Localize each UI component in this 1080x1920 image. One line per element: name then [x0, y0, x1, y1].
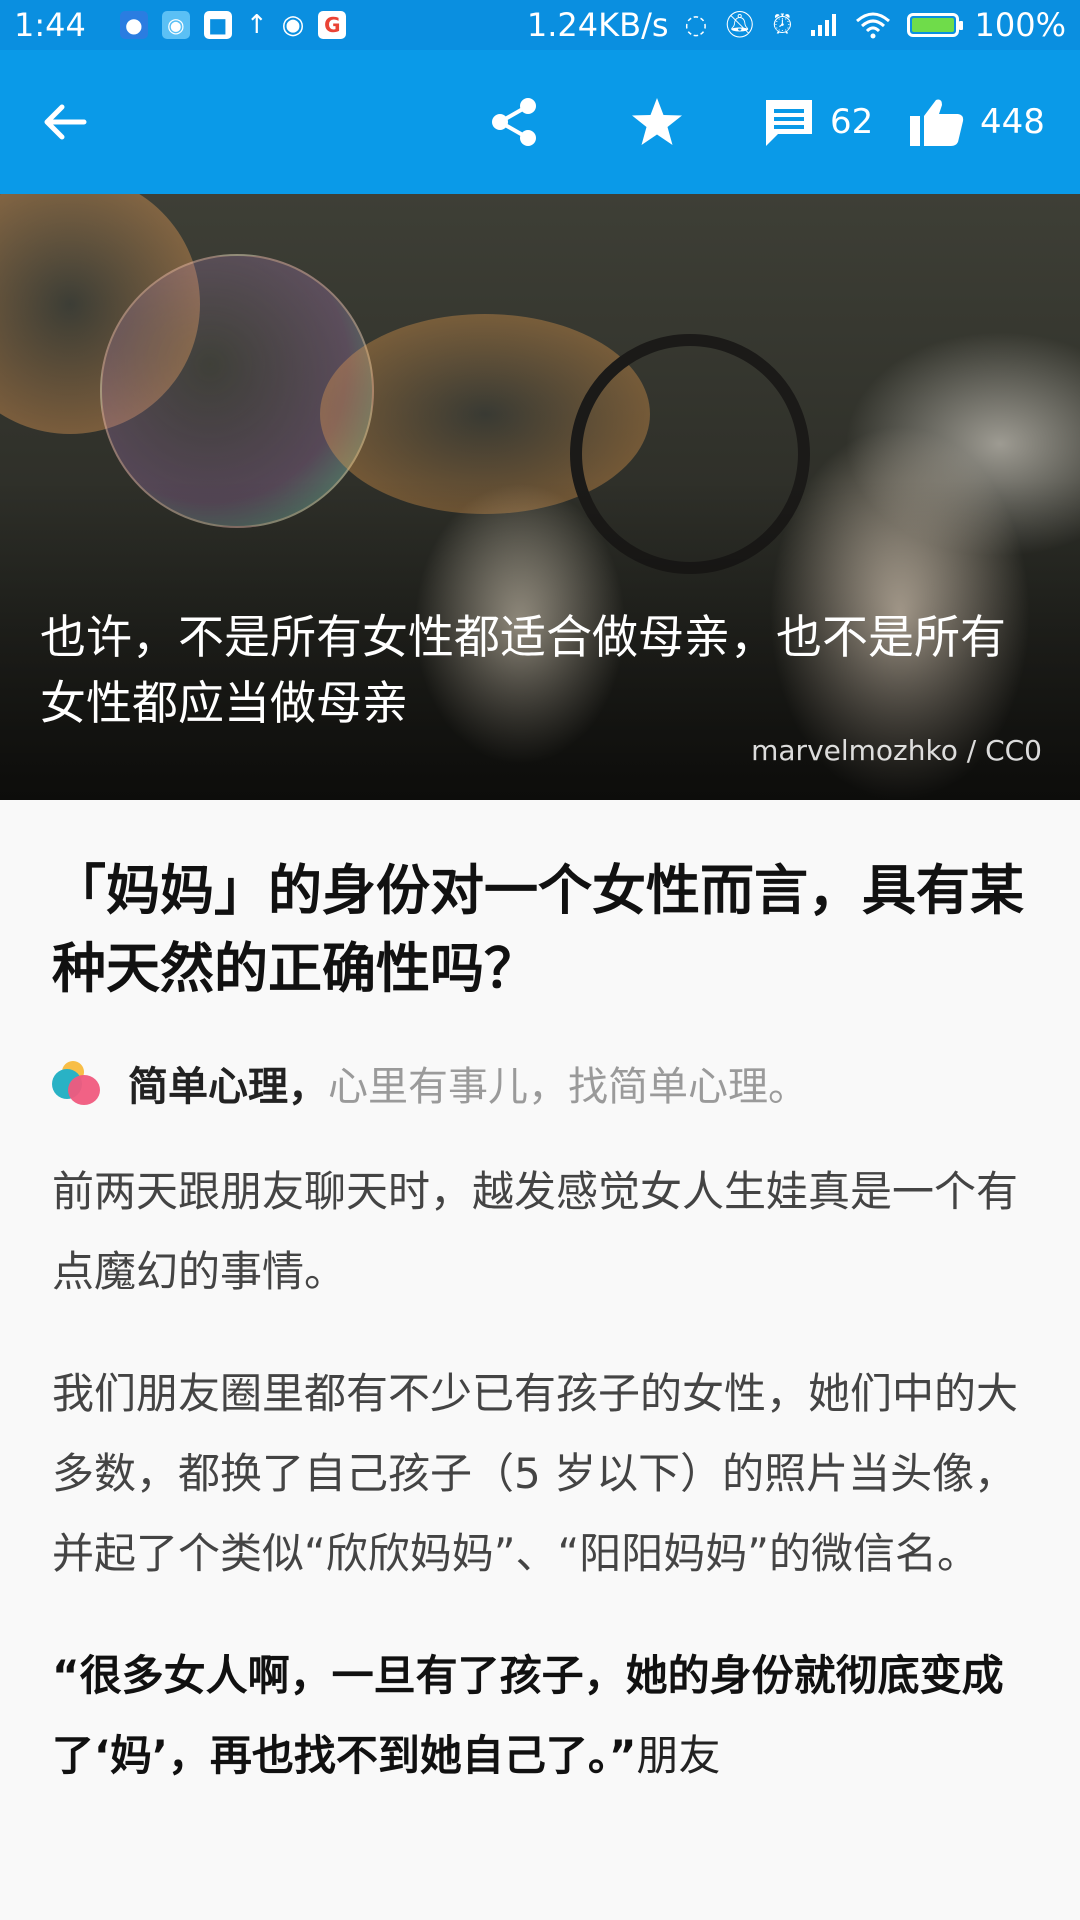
- hero-image: 也许，不是所有女性都适合做母亲，也不是所有女性都应当做母亲 marvelmozh…: [0, 194, 1080, 800]
- thumbs-up-icon: [910, 99, 964, 146]
- share-icon: [492, 98, 536, 146]
- back-button[interactable]: [42, 50, 88, 194]
- article-paragraph: 我们朋友圈里都有不少已有孩子的女性，她们中的大多数，都换了自己孩子（5 岁以下）…: [52, 1369, 1019, 1578]
- comment-count: 62: [830, 102, 874, 142]
- like-count: 448: [980, 102, 1045, 142]
- article-title: 「妈妈」的身份对一个女性而言，具有某种天然的正确性吗？: [52, 859, 1024, 1000]
- image-credit: marvelmozhko / CC0: [751, 734, 1042, 767]
- author-logo-icon: [52, 1061, 102, 1105]
- notification-icons: ● ◉ ■ ↑ ◉ G: [119, 10, 347, 40]
- signal-icon: [810, 14, 836, 36]
- article-paragraph: “很多女人啊，一旦有了孩子，她的身份就彻底变成了‘妈’，再也找不到她自己了。”朋…: [52, 1636, 1032, 1796]
- article-body: 「妈妈」的身份对一个女性而言，具有某种天然的正确性吗？ 简单心理， 心里有事儿，…: [52, 800, 1032, 1838]
- star-icon: [632, 98, 682, 145]
- share-button[interactable]: [488, 50, 540, 194]
- chat-icon: ●: [119, 11, 148, 39]
- author-row[interactable]: 简单心理， 心里有事儿，找简单心理。: [52, 1054, 1032, 1112]
- quote-text: “很多女人啊，一旦有了孩子，她的身份就彻底变成了‘妈’，再也找不到她自己了。”: [52, 1651, 1004, 1780]
- alarm-icon: ⏰︎: [772, 9, 793, 40]
- battery-level: [911, 18, 954, 32]
- like-button[interactable]: 448: [908, 50, 1045, 194]
- comments-button[interactable]: 62: [762, 50, 873, 194]
- status-indicators: 1.24KB/s ◌ 🔕︎ ⏰︎ 100%: [527, 6, 1066, 44]
- comment-icon: [766, 100, 812, 146]
- upload-arrow-icon: ↑: [245, 10, 268, 40]
- network-speed: 1.24KB/s: [526, 6, 669, 44]
- photo-icon: ◉: [161, 11, 190, 39]
- quote-tail: 朋友: [636, 1731, 721, 1780]
- wifi-icon: [855, 12, 890, 39]
- hero-caption: 也许，不是所有女性都适合做母亲，也不是所有女性都应当做母亲: [40, 610, 1006, 730]
- battery-percent: 100%: [974, 6, 1066, 44]
- sync-icon: ◌: [684, 10, 708, 40]
- author-name: 简单心理，: [128, 1064, 328, 1110]
- battery-icon: [906, 13, 963, 37]
- favorite-button[interactable]: [630, 50, 684, 194]
- author-tagline: 心里有事儿，找简单心理。: [328, 1064, 808, 1110]
- google-icon: G: [318, 11, 347, 39]
- upload-icon: ■: [203, 11, 232, 39]
- status-time: 1:44: [14, 6, 86, 44]
- camera-icon: ◉: [281, 10, 305, 40]
- arrow-left-icon: [44, 104, 87, 140]
- mute-bell-icon: 🔕︎: [723, 10, 757, 40]
- article-paragraph: 前两天跟朋友聊天时，越发感觉女人生娃真是一个有点魔幻的事情。: [52, 1167, 1019, 1296]
- app-toolbar: 62 448: [0, 50, 1080, 194]
- status-bar: 1:44 ● ◉ ■ ↑ ◉ G 1.24KB/s ◌ 🔕︎ ⏰︎ 100%: [0, 0, 1080, 50]
